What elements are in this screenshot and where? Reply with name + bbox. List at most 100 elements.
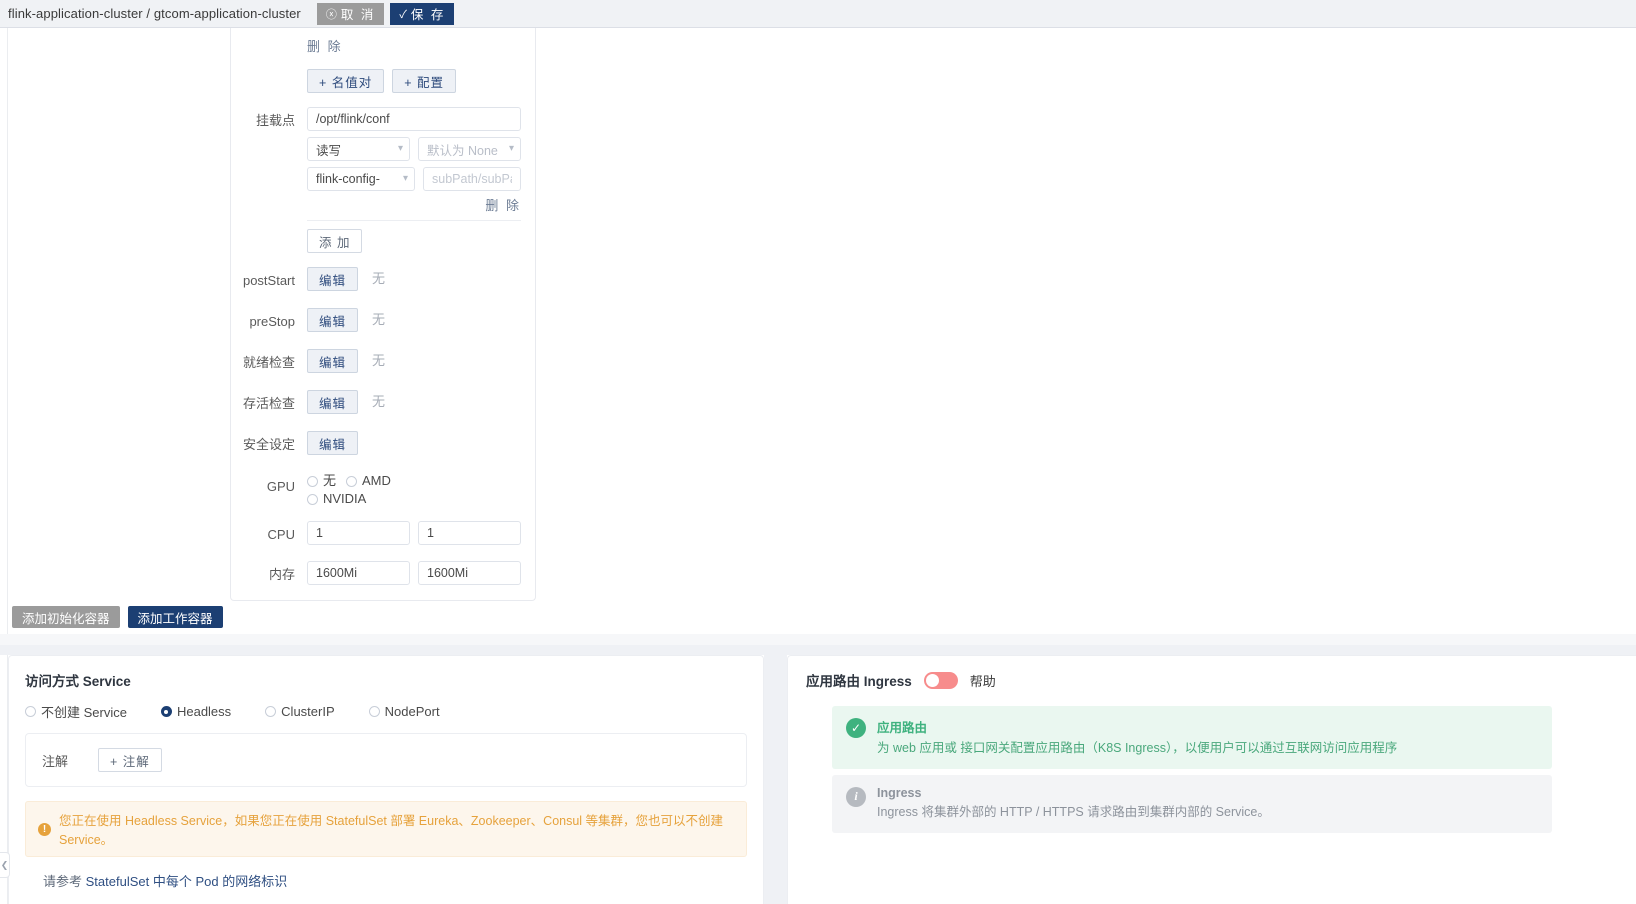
ingress-help-link[interactable]: 帮助 [970,671,996,690]
subpath-input[interactable] [423,167,521,191]
gpu-radio-amd[interactable]: AMD [346,473,391,489]
service-type-radios: 不创建 Service Headless ClusterIP NodePort [25,702,747,721]
cpu-controls [307,521,535,545]
statefulset-network-id-link[interactable]: StatefulSet 中每个 Pod 的网络标识 [86,874,288,889]
liveness-probe-edit-button[interactable]: 编辑 [307,390,359,414]
mount-mode-select[interactable]: 读写 ▾ [307,137,410,161]
service-radio-none-label: 不创建 Service [41,705,127,720]
poststart-edit-button[interactable]: 编辑 [307,267,359,291]
cpu-label: CPU [267,527,295,542]
radio-circle-icon [307,475,318,487]
reference-line: 请参考 StatefulSet 中每个 Pod 的网络标识 [25,871,747,890]
poststart-controls: 编辑 无 [307,267,535,291]
top-action-bar: flink-application-cluster / gtcom-applic… [0,0,1636,28]
gpu-controls: 无 AMD NVIDIA [307,473,535,507]
prestop-value: 无 [372,312,386,327]
add-container-buttons: 添加初始化容器 添加工作容器 [12,606,223,628]
cancel-button[interactable]: ⓧ 取 消 [316,2,385,25]
security-context-edit-button[interactable]: 编辑 [307,431,359,455]
mount-none-select[interactable]: 默认为 None ▾ [418,137,521,161]
liveness-probe-controls: 编辑 无 [307,390,535,414]
cpu-request-input[interactable] [307,521,410,545]
ingress-desc-title: Ingress [877,785,922,800]
mount-point-row: 挂载点 读写 ▾ 默认为 None ▾ flink-config- [231,107,535,214]
memory-limit-input[interactable] [418,561,521,585]
radio-circle-icon [265,706,277,717]
section-gap-upper [0,634,1636,645]
security-context-controls: 编辑 [307,431,535,455]
chevron-down-icon: ▾ [397,143,403,154]
poststart-row: postStart 编辑 无 [231,267,535,295]
add-config-button[interactable]: + 配置 [392,69,457,93]
service-radio-nodeport[interactable]: NodePort [368,704,440,719]
cpu-row: CPU [231,521,535,549]
memory-label: 内存 [268,567,295,582]
toggle-knob [925,673,939,687]
mount-source-value: flink-config- [316,172,380,186]
ingress-desc-body: Ingress 将集群外部的 HTTP / HTTPS 请求路由到集群内部的 S… [877,804,1270,819]
service-title: 访问方式 Service [25,674,131,689]
warning-icon: ! [38,822,51,836]
mount-path-input[interactable] [307,107,521,131]
radio-circle-icon [25,706,36,717]
ingress-info-card-route: ✓ 应用路由 为 web 应用或 接口网关配置应用路由（K8S Ingress）… [832,706,1552,769]
readiness-probe-row: 就绪检查 编辑 无 [231,349,535,377]
radio-circle-icon [307,493,318,505]
mount-none-placeholder: 默认为 None [427,143,498,158]
delete-mount-link[interactable]: 删 除 [485,198,521,213]
ingress-toggle[interactable] [923,671,958,689]
gpu-radio-none[interactable]: 无 [307,473,336,489]
circle-x-icon: ⓧ [325,8,337,21]
mount-source-row: flink-config- ▾ [307,167,521,191]
save-button[interactable]: ✓ 保 存 [390,2,455,25]
ingress-panel: 应用路由 Ingress 帮助 ✓ 应用路由 为 web 应用或 接口网关配置应… [787,655,1636,904]
mount-point-label: 挂载点 [255,113,295,128]
gpu-label: GPU [266,479,295,494]
left-rail [0,28,8,904]
ingress-desc-text: Ingress Ingress 将集群外部的 HTTP / HTTPS 请求路由… [877,786,1270,822]
service-radio-headless-label: Headless [176,704,232,719]
annotation-card: 注解 + 注解 [25,733,747,787]
service-radio-none[interactable]: 不创建 Service [25,702,127,721]
ingress-route-text: 应用路由 为 web 应用或 接口网关配置应用路由（K8S Ingress），以… [877,717,1397,758]
gpu-row: GPU 无 AMD NVIDIA [231,473,535,507]
mount-point-controls: 读写 ▾ 默认为 None ▾ flink-config- ▾ [307,107,535,214]
prestop-row: preStop 编辑 无 [231,308,535,336]
ingress-route-title: 应用路由 [877,721,928,735]
service-radio-clusterip-label: ClusterIP [281,704,335,719]
service-panel: 访问方式 Service 不创建 Service Headless Cluste… [8,655,764,904]
headless-warning-text: 您正在使用 Headless Service，如果您正在使用 StatefulS… [59,814,724,847]
readiness-probe-label: 就绪检查 [242,355,295,370]
service-radio-clusterip[interactable]: ClusterIP [265,704,335,719]
mount-mode-value: 读写 [316,143,342,158]
ingress-title: 应用路由 Ingress [806,674,912,689]
add-mount-button[interactable]: 添 加 [307,229,363,253]
delete-link-top[interactable]: 删 除 [307,39,343,54]
ingress-header: 应用路由 Ingress 帮助 [806,670,1636,690]
cpu-limit-input[interactable] [418,521,521,545]
liveness-probe-row: 存活检查 编辑 无 [231,390,535,418]
liveness-probe-value: 无 [372,394,386,409]
service-radio-headless[interactable]: Headless [160,704,232,719]
readiness-probe-edit-button[interactable]: 编辑 [307,349,359,373]
ingress-info-card-ingress: i Ingress Ingress 将集群外部的 HTTP / HTTPS 请求… [832,774,1552,833]
poststart-label: postStart [242,273,295,288]
panel-gap-column [764,655,787,904]
add-keyvalue-button[interactable]: + 名值对 [307,69,385,93]
memory-request-input[interactable] [307,561,410,585]
container-config-card: 删 除 + 名值对 + 配置 挂载点 读写 ▾ 默认为 None [230,28,536,601]
form-divider [307,220,521,221]
add-work-container-button[interactable]: 添加工作容器 [127,606,223,628]
add-init-container-button[interactable]: 添加初始化容器 [12,606,120,628]
mount-source-select[interactable]: flink-config- ▾ [307,167,415,191]
save-button-label: 保 存 [410,8,446,22]
sidebar-collapse-handle[interactable]: ❮ [0,852,10,878]
info-circle-icon: i [846,786,866,807]
memory-controls [307,561,535,585]
gpu-radio-nvidia[interactable]: NVIDIA [307,491,366,507]
gpu-radio-none-label: 无 [323,473,337,488]
memory-row: 内存 [231,561,535,589]
security-context-label: 安全设定 [242,437,295,452]
prestop-edit-button[interactable]: 编辑 [307,308,359,332]
add-annotation-button[interactable]: + 注解 [98,748,162,772]
